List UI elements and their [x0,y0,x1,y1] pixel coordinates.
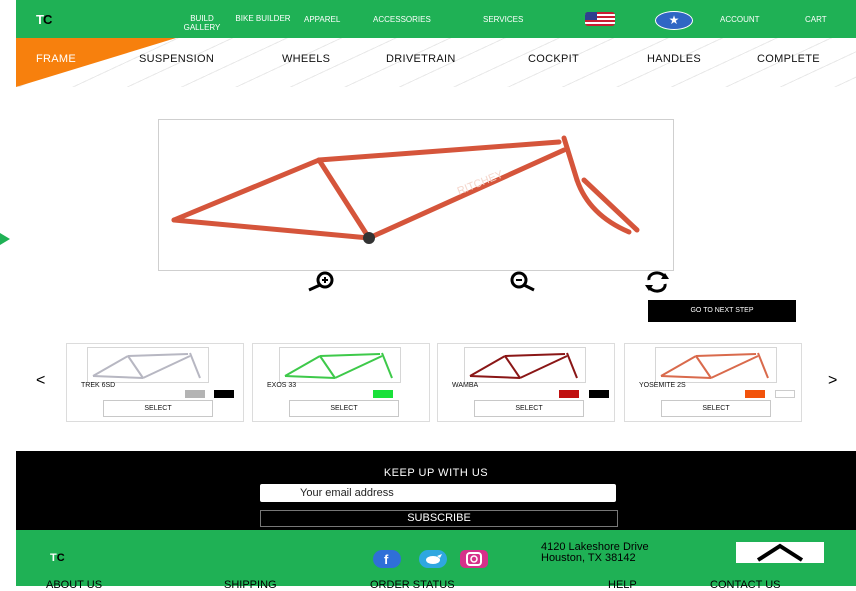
footer-link-contact[interactable]: CONTACT US [710,579,781,591]
brand-logo[interactable]: TC [36,12,52,27]
address-line-2: Houston, TX 38142 [541,552,636,564]
frame-option-card[interactable]: YOSEMITE 2S SELECT [624,343,802,422]
color-swatch[interactable] [559,390,579,398]
step-frame[interactable]: FRAME [36,53,76,65]
carousel-next-button[interactable]: > [828,372,837,390]
facebook-icon[interactable]: f [373,550,401,568]
svg-text:f: f [384,552,389,567]
frame-thumbnail [87,347,209,383]
star-badge-icon[interactable]: ★ [655,11,693,30]
back-to-top-button[interactable] [736,542,824,563]
color-swatch[interactable] [589,390,609,398]
step-wheels[interactable]: WHEELS [282,53,330,65]
nav-bike-builder[interactable]: BIKE BUILDER [234,14,292,23]
us-flag-icon[interactable] [585,12,615,26]
top-navigation: TC BUILD GALLERY BIKE BUILDER APPAREL AC… [16,0,856,38]
twitter-icon[interactable] [419,550,447,568]
zoom-out-icon[interactable] [506,270,540,294]
step-cockpit[interactable]: COCKPIT [528,53,579,65]
email-input[interactable] [260,484,616,502]
frame-option-card[interactable]: EXOS 33 SELECT [252,343,430,422]
step-complete[interactable]: COMPLETE [757,53,820,65]
color-swatch[interactable] [373,390,393,398]
frame-option-name: EXOS 33 [267,382,297,389]
frame-thumbnail [655,347,777,383]
zoom-in-icon[interactable] [303,270,337,294]
footer-link-help[interactable]: HELP [608,579,637,591]
footer-link-about[interactable]: ABOUT US [46,579,102,591]
nav-cart[interactable]: CART [805,15,827,24]
color-swatch[interactable] [185,390,205,398]
frame-thumbnail [464,347,586,383]
footer: TC f 4120 Lakeshore Drive Houston, TX 38… [16,530,856,591]
step-handles[interactable]: HANDLES [647,53,701,65]
nav-build-gallery[interactable]: BUILD GALLERY [173,14,231,32]
nav-services[interactable]: SERVICES [483,15,523,24]
chevron-up-icon [756,543,804,562]
nav-accessories[interactable]: ACCESSORIES [373,15,431,24]
select-button[interactable]: SELECT [661,400,771,417]
select-button[interactable]: SELECT [103,400,213,417]
nav-apparel[interactable]: APPAREL [304,15,340,24]
footer-logo[interactable]: TC [50,552,65,564]
step-suspension[interactable]: SUSPENSION [139,53,214,65]
subscribe-button[interactable]: SUBSCRIBE [260,510,618,527]
color-swatch[interactable] [775,390,795,398]
newsletter-section: KEEP UP WITH US SUBSCRIBE [16,451,856,530]
svg-text:RITCHEY: RITCHEY [456,168,506,197]
frame-thumbnail [279,347,401,383]
rotate-icon[interactable] [641,270,675,294]
side-marker [0,233,10,245]
frame-preview: RITCHEY [158,119,674,271]
select-button[interactable]: SELECT [474,400,584,417]
frame-option-name: WAMBA [452,382,479,389]
color-swatch[interactable] [745,390,765,398]
newsletter-title: KEEP UP WITH US [383,467,489,479]
go-to-next-step-button[interactable]: GO TO NEXT STEP [648,300,796,322]
frame-option-name: TREK 6SD [81,382,116,389]
frame-option-card[interactable]: TREK 6SD SELECT [66,343,244,422]
step-drivetrain[interactable]: DRIVETRAIN [386,53,456,65]
carousel-prev-button[interactable]: < [36,372,45,390]
builder-steps: FRAME SUSPENSION WHEELS DRIVETRAIN COCKP… [16,38,856,87]
frame-option-name: YOSEMITE 2S [639,382,686,389]
color-swatch[interactable] [214,390,234,398]
frame-option-card[interactable]: WAMBA SELECT [437,343,615,422]
bike-frame-image: RITCHEY [171,135,640,244]
footer-address: 4120 Lakeshore Drive Houston, TX 38142 [541,542,649,564]
nav-account[interactable]: ACCOUNT [720,15,760,24]
select-button[interactable]: SELECT [289,400,399,417]
footer-link-order-status[interactable]: ORDER STATUS [370,579,455,591]
footer-link-shipping[interactable]: SHIPPING [224,579,277,591]
instagram-icon[interactable] [460,550,488,568]
